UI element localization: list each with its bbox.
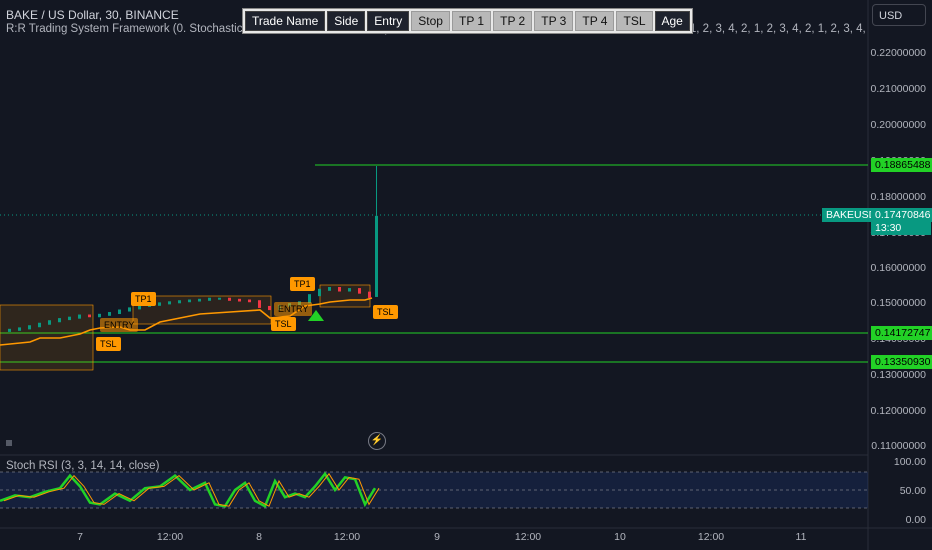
time-tick: 10 bbox=[614, 531, 626, 543]
candle bbox=[188, 299, 191, 303]
tp-level-badge: 0.18865488 bbox=[871, 158, 932, 172]
tp1-tag: TP1 bbox=[131, 292, 156, 306]
entry-tag: ENTRY bbox=[274, 302, 313, 316]
candle bbox=[168, 301, 171, 305]
candle bbox=[58, 318, 61, 323]
candle bbox=[128, 307, 131, 312]
price-tick: 0.16000000 bbox=[870, 262, 926, 274]
candle bbox=[38, 322, 41, 328]
time-tick: 7 bbox=[77, 531, 83, 543]
col-trade-name: Trade Name bbox=[245, 11, 326, 31]
candle bbox=[338, 287, 341, 292]
candle bbox=[218, 297, 221, 300]
candle bbox=[88, 314, 91, 318]
candle bbox=[248, 299, 251, 303]
currency-selector[interactable]: USD bbox=[872, 4, 926, 26]
candle bbox=[118, 309, 121, 315]
candle bbox=[228, 297, 231, 301]
entry-tag: ENTRY bbox=[100, 318, 139, 332]
time-tick: 12:00 bbox=[697, 531, 725, 543]
candle bbox=[258, 300, 261, 308]
candle bbox=[328, 287, 331, 291]
col-side: Side bbox=[327, 11, 366, 31]
tp1-tag: TP1 bbox=[290, 277, 315, 291]
price-tick: 0.20000000 bbox=[870, 119, 926, 131]
candle bbox=[178, 300, 181, 304]
pane-collapse-icon[interactable] bbox=[6, 440, 12, 446]
time-tick: 12:00 bbox=[333, 531, 361, 543]
candle bbox=[348, 288, 351, 292]
price-tick: 0.13000000 bbox=[870, 369, 926, 381]
col-tp3: TP 3 bbox=[534, 11, 574, 31]
candle bbox=[28, 325, 31, 330]
col-tp2: TP 2 bbox=[493, 11, 533, 31]
time-tick: 8 bbox=[256, 531, 262, 543]
rsi-tick: 0.00 bbox=[905, 514, 926, 526]
candle bbox=[158, 302, 161, 306]
price-tick: 0.21000000 bbox=[870, 83, 926, 95]
price-tick: 0.22000000 bbox=[870, 47, 926, 59]
symbol-title[interactable]: BAKE / US Dollar, 30, BINANCE bbox=[6, 8, 179, 22]
col-tp1: TP 1 bbox=[451, 11, 492, 31]
candle bbox=[238, 298, 241, 302]
candle bbox=[358, 288, 361, 294]
tsl-tag: TSL bbox=[96, 337, 121, 351]
price-tick: 0.12000000 bbox=[870, 405, 926, 417]
price-tick: 0.11000000 bbox=[871, 440, 926, 452]
last-price-badge: 0.17470846 bbox=[871, 208, 932, 222]
candle bbox=[78, 314, 81, 319]
col-tp4: TP 4 bbox=[575, 11, 615, 31]
lightning-icon[interactable]: ⚡ bbox=[368, 432, 386, 450]
tsl-tag: TSL bbox=[271, 317, 296, 331]
trade-table-header: Trade Name Side Entry Stop TP 1 TP 2 TP … bbox=[242, 8, 693, 34]
col-stop: Stop bbox=[411, 11, 450, 31]
candle bbox=[68, 316, 71, 321]
price-tick: 0.18000000 bbox=[870, 191, 926, 203]
candle bbox=[98, 313, 101, 318]
price-tick: 0.15000000 bbox=[870, 297, 926, 309]
col-entry: Entry bbox=[367, 11, 410, 31]
entry-level-badge: 0.14172747 bbox=[871, 326, 932, 340]
trade-box-3 bbox=[319, 284, 371, 308]
spike-candle bbox=[375, 215, 378, 297]
candle bbox=[368, 291, 371, 298]
candle bbox=[8, 328, 11, 332]
candle bbox=[48, 320, 51, 325]
stop-level-badge: 0.13350930 bbox=[871, 355, 932, 369]
candle bbox=[318, 288, 321, 297]
time-tick: 9 bbox=[434, 531, 440, 543]
candle bbox=[208, 297, 211, 301]
candle bbox=[108, 312, 111, 316]
tsl-tag: TSL bbox=[373, 305, 398, 319]
rsi-tick: 100.00 bbox=[893, 456, 926, 468]
time-tick: 11 bbox=[795, 531, 807, 543]
time-tick: 12:00 bbox=[514, 531, 542, 543]
countdown-badge: 13:30 bbox=[871, 221, 931, 235]
col-tsl: TSL bbox=[616, 11, 653, 31]
rsi-tick: 50.00 bbox=[899, 485, 926, 497]
time-tick: 12:00 bbox=[156, 531, 184, 543]
col-age: Age bbox=[654, 11, 690, 31]
candle bbox=[18, 327, 21, 331]
rsi-title[interactable]: Stoch RSI (3, 3, 14, 14, close) bbox=[6, 460, 159, 472]
candle bbox=[198, 298, 201, 302]
candle bbox=[268, 305, 271, 311]
